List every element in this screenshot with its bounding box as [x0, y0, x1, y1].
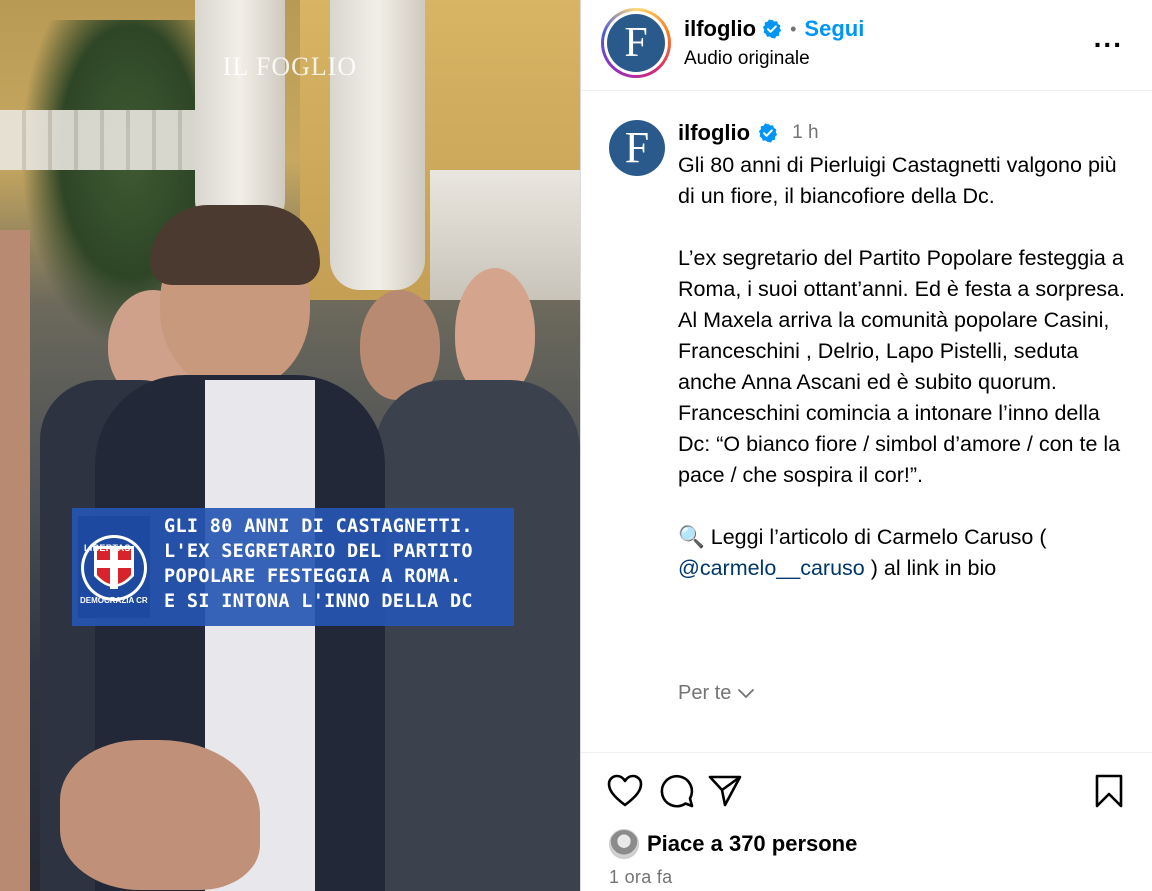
caption-line: E SI INTONA L'INNO DELLA DC	[164, 591, 473, 612]
header-username[interactable]: ilfoglio	[684, 16, 756, 42]
save-button[interactable]	[1089, 771, 1129, 811]
share-button[interactable]	[705, 771, 745, 811]
caption-link-paragraph: 🔍 Leggi l’articolo di Carmelo Caruso ( @c…	[678, 522, 1128, 584]
comment-header: ilfoglio 1 h	[678, 120, 819, 146]
original-audio-link[interactable]: Audio originale	[684, 48, 810, 70]
post-actions: Piace a 370 persone 1 ora fa	[581, 752, 1152, 891]
mention-link[interactable]: @carmelo__caruso	[678, 556, 865, 580]
comment-timestamp[interactable]: 1 h	[792, 122, 818, 144]
video-caption-box: LIBERTAS DEMOCRAZIA CRISTIANA GLI 80 ANN…	[72, 508, 514, 626]
post-header: F ilfoglio • Segui Audio originale ...	[581, 0, 1152, 91]
likes-row[interactable]: Piace a 370 persone	[609, 829, 857, 859]
header-separator: •	[790, 18, 797, 39]
comment-icon	[660, 774, 694, 808]
comment-avatar[interactable]: F	[609, 120, 665, 176]
more-options-icon[interactable]: ...	[1094, 24, 1123, 52]
follow-button[interactable]: Segui	[804, 16, 864, 42]
caption-comment: F ilfoglio 1 h Gli 80 anni di Pierluigi …	[581, 92, 1152, 752]
caption-line: GLI 80 ANNI DI CASTAGNETTI.	[164, 516, 473, 537]
for-you-text: Per te	[678, 682, 732, 704]
comment-button[interactable]	[657, 771, 697, 811]
comment-text: Gli 80 anni di Pierluigi Castagnetti val…	[678, 150, 1128, 584]
video-person-edge	[0, 230, 30, 891]
verified-badge-icon	[758, 123, 778, 143]
caption-line: L'EX SEGRETARIO DEL PARTITO	[164, 541, 473, 562]
heart-icon	[607, 774, 643, 807]
profile-avatar-story-ring[interactable]: F	[601, 8, 671, 78]
for-you-label[interactable]: Per te	[678, 682, 755, 705]
video-person-hair	[150, 205, 320, 285]
logo-top-text: LIBERTAS	[84, 543, 131, 553]
profile-avatar: F	[607, 14, 665, 72]
caption-paragraph: Gli 80 anni di Pierluigi Castagnetti val…	[678, 153, 1117, 208]
video-person-face	[455, 268, 535, 398]
bookmark-icon	[1095, 774, 1123, 808]
like-button[interactable]	[605, 771, 645, 811]
comment-username[interactable]: ilfoglio	[678, 120, 750, 146]
caption-paragraph: L’ex segretario del Partito Popolare fes…	[678, 246, 1125, 487]
video-person-hand	[60, 740, 260, 890]
post-timestamp[interactable]: 1 ora fa	[609, 867, 672, 888]
post-panel: F ilfoglio • Segui Audio originale ... F…	[580, 0, 1152, 891]
video-caption-text: GLI 80 ANNI DI CASTAGNETTI. L'EX SEGRETA…	[164, 514, 508, 614]
video-umbrella	[330, 0, 425, 290]
caption-link-prefix: 🔍 Leggi l’articolo di Carmelo Caruso (	[678, 525, 1047, 549]
header-user-row: ilfoglio • Segui	[684, 16, 864, 42]
caption-line: POPOLARE FESTEGGIA A ROMA.	[164, 566, 462, 587]
video-watermark: IL FOGLIO	[222, 52, 358, 81]
caption-link-suffix: ) al link in bio	[864, 556, 997, 580]
share-icon	[708, 775, 742, 807]
liker-avatar	[609, 829, 639, 859]
verified-badge-icon	[762, 19, 782, 39]
logo-bottom-text: DEMOCRAZIA CRISTIANA	[80, 596, 148, 605]
likes-count[interactable]: Piace a 370 persone	[647, 831, 857, 857]
video-person-body	[375, 380, 580, 891]
chevron-down-icon	[738, 688, 755, 698]
dc-logo: LIBERTAS DEMOCRAZIA CRISTIANA	[78, 516, 150, 618]
video-umbrella	[195, 0, 285, 230]
reel-video[interactable]: IL FOGLIO LIBERTAS DEMOCRAZIA CRISTIANA …	[0, 0, 580, 891]
